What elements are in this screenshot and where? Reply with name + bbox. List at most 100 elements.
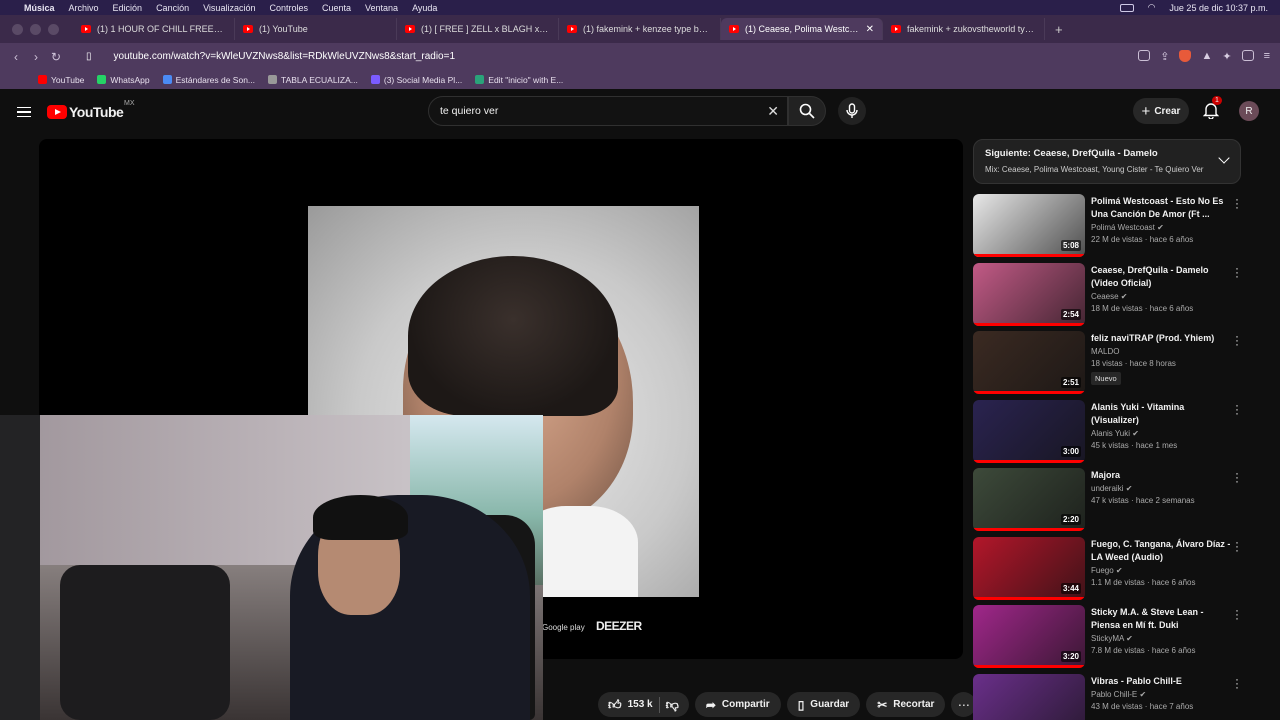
clip-button[interactable]: ✂ Recortar (866, 692, 946, 717)
url-text[interactable]: youtube.com/watch?v=kWleUVZNws8&list=RDk… (114, 51, 456, 62)
channel-name[interactable]: Pablo Chill-E (1091, 690, 1137, 699)
video-thumbnail[interactable]: 3:20 (973, 605, 1085, 668)
hamburger-menu-icon[interactable] (17, 104, 31, 121)
video-title[interactable]: Vibras - Pablo Chill-E (1091, 675, 1231, 688)
more-options-icon[interactable]: · · · (1235, 604, 1239, 624)
clear-search-icon[interactable]: ✕ (767, 103, 779, 120)
search-button[interactable] (788, 96, 826, 126)
video-thumbnail[interactable]: 2:20 (973, 468, 1085, 531)
back-icon[interactable]: ‹ (6, 50, 26, 64)
share-button[interactable]: ➦ Compartir (694, 692, 781, 717)
rewards-icon[interactable]: ▲ (1201, 50, 1212, 63)
menu-item[interactable]: Música (24, 3, 55, 13)
video-thumbnail[interactable]: 2:54 (973, 262, 1085, 326)
create-button[interactable]: + Crear (1133, 98, 1189, 124)
menu-icon[interactable]: ≡ (1264, 50, 1270, 63)
video-thumbnail[interactable]: 3:44 (973, 536, 1085, 600)
video-duration: 3:20 (1060, 651, 1081, 662)
channel-name[interactable]: MALDO (1091, 347, 1119, 356)
search-input[interactable]: te quiero ver ✕ (428, 96, 788, 126)
extensions-icon[interactable]: ✦ (1222, 50, 1231, 63)
menu-item[interactable]: Edición (113, 3, 143, 13)
video-thumbnail[interactable]: 5:08 (973, 194, 1085, 257)
datetime[interactable]: Jue 25 de dic 10:37 p.m. (1169, 3, 1268, 13)
share-page-icon[interactable]: ⇪ (1160, 50, 1169, 63)
video-title[interactable]: Ceaese, DrefQuila - Damelo (Video Oficia… (1091, 264, 1231, 290)
menu-item[interactable]: Canción (156, 3, 189, 13)
channel-name[interactable]: StickyMA (1091, 634, 1124, 643)
video-thumbnail[interactable]: 3:00 (973, 399, 1085, 463)
menu-item[interactable]: Ventana (365, 3, 398, 13)
video-thumbnail[interactable] (973, 673, 1085, 720)
browser-tab[interactable]: (1) YouTube (235, 18, 397, 40)
notifications-button[interactable]: 1 (1202, 96, 1222, 120)
video-title[interactable]: Polimá Westcoast - Esto No Es Una Canció… (1091, 195, 1231, 221)
video-thumbnail[interactable]: 2:51 (973, 331, 1085, 394)
channel-name[interactable]: Fuego (1091, 566, 1114, 575)
new-tab-button[interactable]: + (1055, 22, 1063, 37)
menu-item[interactable]: Controles (269, 3, 308, 13)
more-options-icon[interactable]: · · · (1235, 399, 1239, 419)
menu-item[interactable]: Visualización (203, 3, 255, 13)
menu-item[interactable]: Cuenta (322, 3, 351, 13)
more-options-icon[interactable]: · · · (1235, 193, 1239, 213)
browser-tab[interactable]: (1) fakemink + kenzee type beat - (559, 18, 721, 40)
channel-name[interactable]: underaiki (1091, 484, 1123, 493)
address-bar[interactable]: ▯ youtube.com/watch?v=kWleUVZNws8&list=R… (86, 46, 786, 67)
channel-name[interactable]: Ceaese (1091, 292, 1119, 301)
playlist-item[interactable]: 3:20 Sticky M.A. & Steve Lean - Piensa en… (973, 604, 1243, 674)
more-options-icon[interactable]: · · · (1235, 467, 1239, 487)
voice-search-button[interactable] (838, 97, 866, 125)
bookmark-item[interactable]: (3) Social Media Pl... (370, 75, 462, 85)
bookmark-item[interactable]: TABLA ECUALIZA... (268, 75, 358, 85)
video-meta: 22 M de vistas · hace 6 años (1091, 235, 1194, 244)
bookmark-item[interactable]: Edit "inicio" with E... (475, 75, 563, 85)
search-value[interactable]: te quiero ver (440, 105, 498, 117)
brave-shield-icon[interactable] (1179, 50, 1192, 62)
cast-icon[interactable] (1138, 50, 1151, 61)
bookmark-icon[interactable]: ▯ (86, 51, 92, 62)
bookmark-item[interactable]: WhatsApp (97, 75, 150, 85)
browser-tab[interactable]: (1) Ceaese, Polima Westcoast, ✕ (721, 18, 883, 40)
more-options-icon[interactable]: · · · (1235, 262, 1239, 282)
forward-icon[interactable]: › (26, 50, 46, 64)
youtube-logo[interactable]: YouTube MX (47, 100, 135, 120)
playlist-item[interactable]: 2:20 Majora underaiki ✔ 47 k vistas · hace … (973, 467, 1243, 537)
playlist-item[interactable]: 3:44 Fuego, C. Tangana, Álvaro Díaz - LA … (973, 536, 1243, 606)
zoom-window-button[interactable] (48, 23, 59, 35)
browser-tab[interactable]: (1) 1 HOUR OF CHILL FREESTYLE (73, 18, 235, 40)
menu-item[interactable]: Archivo (69, 3, 99, 13)
bookmark-item[interactable]: YouTube (38, 75, 84, 85)
video-title[interactable]: Sticky M.A. & Steve Lean - Piensa en Mí … (1091, 606, 1231, 632)
video-title[interactable]: Fuego, C. Tangana, Álvaro Díaz - LA Weed… (1091, 538, 1231, 564)
playlist-item[interactable]: 5:08 Polimá Westcoast - Esto No Es Una Ca… (973, 193, 1243, 263)
dislike-button[interactable]: 👎︎ (666, 697, 679, 713)
like-button[interactable]: 👍︎ 153 k (608, 697, 653, 713)
playlist-item[interactable]: Vibras - Pablo Chill-E Pablo Chill-E ✔ 43 … (973, 673, 1243, 720)
channel-name[interactable]: Polimá Westcoast (1091, 223, 1155, 232)
video-title[interactable]: Majora (1091, 469, 1231, 482)
sidebar-icon[interactable] (1241, 50, 1254, 61)
wifi-icon[interactable]: ◠ (1148, 2, 1156, 13)
close-tab-icon[interactable]: ✕ (866, 24, 874, 35)
video-title[interactable]: Alanis Yuki - Vitamina (Visualizer) (1091, 401, 1231, 427)
reload-icon[interactable]: ↻ (46, 50, 66, 64)
browser-tab[interactable]: fakemink + zukovstheworld type b (883, 18, 1045, 40)
channel-name[interactable]: Alanis Yuki (1091, 429, 1130, 438)
browser-tab[interactable]: (1) [ FREE ] ZELL x BLAGH x SHAK (397, 18, 559, 40)
more-options-icon[interactable]: · · · (1235, 536, 1239, 556)
battery-icon[interactable] (1119, 3, 1134, 12)
close-window-button[interactable] (12, 23, 23, 35)
account-avatar[interactable]: R (1239, 101, 1259, 121)
playlist-header[interactable]: Siguiente: Ceaese, DrefQuila - Damelo Mi… (973, 139, 1241, 184)
more-options-icon[interactable]: · · · (1235, 330, 1239, 350)
playlist-item[interactable]: 2:51 feliz naviTRAP (Prod. Yhiem) MALDO 18 … (973, 330, 1243, 400)
bookmark-item[interactable]: Estándares de Son... (162, 75, 255, 85)
save-button[interactable]: ▯ Guardar (786, 692, 861, 717)
playlist-item[interactable]: 2:54 Ceaese, DrefQuila - Damelo (Video Of… (973, 262, 1243, 332)
more-options-icon[interactable]: · · · (1235, 673, 1239, 693)
playlist-item[interactable]: 3:00 Alanis Yuki - Vitamina (Visualizer) A… (973, 399, 1243, 469)
menu-item[interactable]: Ayuda (412, 3, 437, 13)
minimize-window-button[interactable] (30, 23, 41, 35)
video-title[interactable]: feliz naviTRAP (Prod. Yhiem) (1091, 332, 1231, 345)
